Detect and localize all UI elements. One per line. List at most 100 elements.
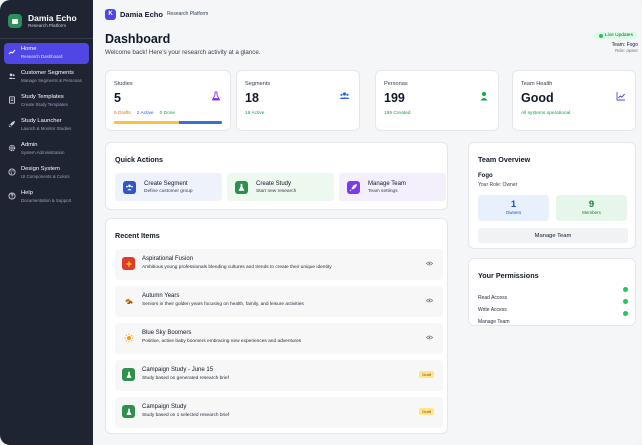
- sidebar-divider: [0, 38, 93, 39]
- sidebar-item-label: Study Templates: [21, 94, 64, 100]
- section-title: Team Overview: [478, 155, 531, 164]
- qa-title: Create Study: [256, 180, 292, 187]
- sidebar-item-sub: UI Components & Colors: [21, 173, 70, 179]
- flask-icon: [122, 405, 135, 418]
- progress-active: [178, 121, 222, 124]
- stat-card-segments[interactable]: Segments 18 18 Active: [236, 70, 360, 131]
- manage-team-button[interactable]: Manage Team: [478, 228, 628, 243]
- top-brand-subtitle: Research Platform: [166, 11, 209, 17]
- manage-team-button[interactable]: Manage Team Team settings: [339, 173, 446, 201]
- person-icon: [480, 92, 488, 101]
- members-stat: 9 Members: [556, 195, 627, 221]
- rocket-icon: [8, 120, 16, 128]
- sidebar-item-home[interactable]: Home Research Dashboard: [4, 43, 89, 64]
- recent-items-card: Recent Items Aspirational Fusion Ambitio…: [105, 218, 448, 434]
- team-info: Team: Fogo Role: owner: [612, 42, 638, 54]
- sidebar-item-help[interactable]: Help Documentation & Support: [4, 187, 89, 208]
- permissions-card: Your Permissions Read Access Write Acces…: [468, 258, 636, 326]
- item-title: Campaign Study - June 15: [142, 367, 214, 373]
- top-bar: K Damia Echo Research Platform: [93, 0, 642, 28]
- list-item[interactable]: Autumn Years Seniors in their golden yea…: [115, 286, 443, 317]
- team-role: Your Role: Owner: [478, 182, 518, 188]
- section-title: Your Permissions: [478, 271, 539, 280]
- top-logo-icon[interactable]: K: [105, 8, 116, 20]
- stat-foot: All systems operational: [521, 111, 571, 116]
- item-title: Autumn Years: [142, 293, 180, 299]
- status-dot-icon: [623, 311, 628, 316]
- flask-icon: [212, 91, 220, 101]
- sidebar-item-customer-segments[interactable]: Customer Segments Manage Segments & Pers…: [4, 67, 89, 88]
- stat-label: Studies: [114, 81, 133, 87]
- rocket-icon: [347, 180, 360, 194]
- members-value: 9: [588, 199, 595, 210]
- stat-value: 18: [245, 91, 259, 105]
- permission-label: Manage Team: [478, 319, 510, 325]
- permission-row: Manage Team: [478, 310, 628, 325]
- chart-icon: [8, 48, 16, 56]
- star-burst-icon: [122, 257, 135, 270]
- flask-icon: [122, 368, 135, 381]
- stat-card-studies[interactable]: Studies 5 5 Drafts 2 Active 0 Done: [105, 70, 231, 131]
- stat-value: 199: [384, 91, 405, 105]
- users-icon: [8, 72, 16, 80]
- create-segment-button[interactable]: Create Segment Define customer group: [115, 173, 222, 201]
- qa-title: Create Segment: [144, 180, 188, 187]
- owners-label: Owners: [505, 210, 522, 215]
- studies-breakdown: 5 Drafts 2 Active 0 Done: [114, 111, 175, 116]
- studies-progress-bar: [114, 121, 222, 124]
- sidebar-item-label: Admin: [21, 142, 38, 148]
- users-icon: [123, 180, 136, 194]
- qa-subtitle: Define customer group: [144, 188, 193, 194]
- sidebar-item-sub: System Administration: [21, 149, 65, 155]
- live-updates-label: Live Updates: [605, 33, 633, 38]
- status-badge: Draft: [419, 408, 434, 415]
- sidebar-item-label: Study Launcher: [21, 118, 62, 124]
- qa-title: Manage Team: [368, 180, 406, 187]
- trend-chart-icon: [616, 92, 625, 101]
- owners-stat: 1 Owners: [478, 195, 549, 221]
- item-description: Ambitious young professionals blending c…: [142, 265, 332, 270]
- list-item[interactable]: Aspirational Fusion Ambitious young prof…: [115, 249, 443, 280]
- top-brand-name: Damia Echo: [120, 9, 163, 19]
- eye-icon[interactable]: [426, 261, 433, 266]
- stat-foot: 18 Active: [245, 111, 265, 116]
- item-title: Aspirational Fusion: [142, 256, 194, 262]
- list-item[interactable]: Blue Sky Boomers Positive, active baby b…: [115, 323, 443, 354]
- sidebar-item-sub: Create Study Templates: [21, 101, 68, 107]
- stat-card-personas[interactable]: Personas 199 199 Created: [375, 70, 499, 131]
- team-overview-card: Team Overview Fogo Your Role: Owner 1 Ow…: [468, 142, 636, 249]
- eye-icon[interactable]: [426, 335, 433, 340]
- sidebar-item-sub: Launch & Monitor Studies: [21, 125, 72, 131]
- page-title: Dashboard: [105, 32, 171, 46]
- live-updates-badge[interactable]: Live Updates: [594, 32, 638, 39]
- sidebar-item-label: Home: [21, 46, 37, 52]
- item-description: Seniors in their golden years focusing o…: [142, 302, 304, 307]
- stat-foot: 199 Created: [384, 111, 411, 116]
- list-item[interactable]: Campaign Study Study based on 1 selected…: [115, 397, 443, 428]
- stat-card-team-health[interactable]: Team Health Good All systems operational: [512, 70, 636, 131]
- flask-icon: [235, 180, 248, 194]
- sidebar-item-admin[interactable]: Admin System Administration: [4, 139, 89, 160]
- stat-value: Good: [521, 91, 554, 105]
- sidebar: Damia Echo Research Platform Home Resear…: [0, 0, 93, 445]
- sidebar-brand[interactable]: Damia Echo Research Platform: [0, 0, 93, 34]
- sidebar-nav: Home Research Dashboard Customer Segment…: [0, 43, 93, 208]
- section-title: Quick Actions: [115, 155, 164, 164]
- sidebar-item-design-system[interactable]: Design System UI Components & Colors: [4, 163, 89, 184]
- users-icon: [339, 92, 350, 99]
- sidebar-item-study-launcher[interactable]: Study Launcher Launch & Monitor Studies: [4, 115, 89, 136]
- status-badge: Draft: [419, 371, 434, 378]
- leaves-icon: [122, 294, 135, 307]
- item-description: Positive, active baby boomers embracing …: [142, 339, 302, 344]
- brand-name: Damia Echo: [28, 13, 77, 23]
- stat-label: Team Health: [521, 81, 553, 87]
- sidebar-item-label: Design System: [21, 166, 60, 172]
- sidebar-item-study-templates[interactable]: Study Templates Create Study Templates: [4, 91, 89, 112]
- stat-label: Personas: [384, 81, 408, 87]
- list-item[interactable]: Campaign Study - June 15 Study based on …: [115, 360, 443, 391]
- eye-icon[interactable]: [426, 298, 433, 303]
- create-study-button[interactable]: Create Study Start new research: [227, 173, 334, 201]
- team-role-label: Role: owner: [615, 48, 638, 53]
- stat-value: 5: [114, 91, 121, 105]
- stat-label: Segments: [245, 81, 271, 87]
